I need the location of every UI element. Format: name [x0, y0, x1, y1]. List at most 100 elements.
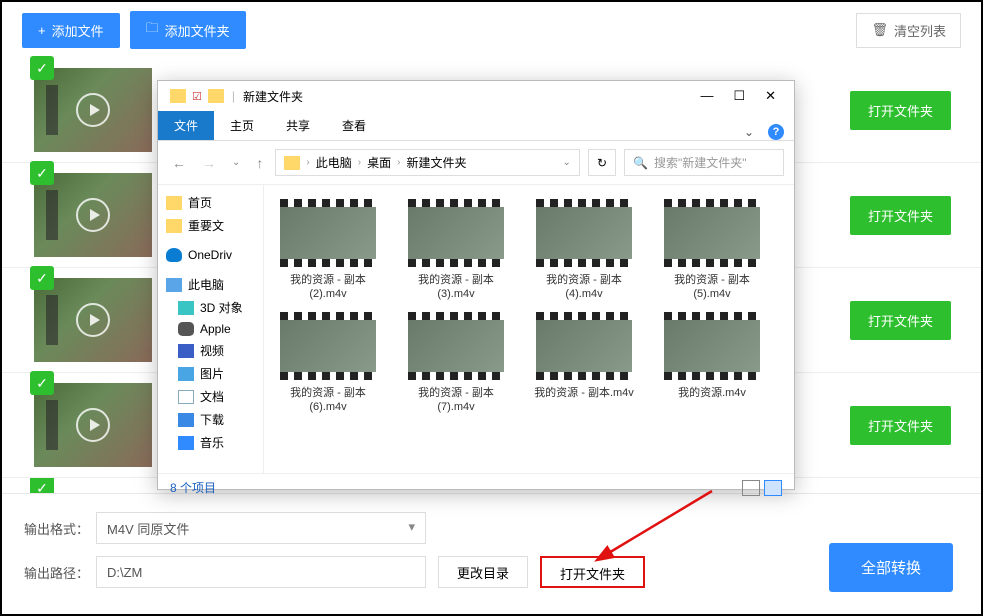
- folder-icon: [166, 219, 182, 233]
- play-icon: [76, 198, 110, 232]
- dialog-titlebar[interactable]: ☑ | 新建文件夹 — ☐ ✕: [158, 81, 794, 111]
- output-path-label: 输出路径：: [24, 563, 96, 582]
- dialog-title: 新建文件夹: [243, 88, 303, 105]
- sidebar-item-apple[interactable]: Apple: [158, 319, 263, 339]
- sidebar-item-3d[interactable]: 3D 对象: [158, 296, 263, 319]
- video-thumbnail[interactable]: [34, 173, 152, 257]
- folder-icon: [166, 196, 182, 210]
- sidebar-item-docs[interactable]: 文档: [158, 385, 263, 408]
- apple-icon: [178, 322, 194, 336]
- file-item[interactable]: 我的资源 - 副本 (3).m4v: [402, 199, 510, 302]
- open-folder-button-bottom[interactable]: 打开文件夹: [540, 556, 645, 588]
- add-file-label: 添加文件: [52, 21, 104, 40]
- video-thumbnail[interactable]: [34, 68, 152, 152]
- file-item[interactable]: 我的资源 - 副本 (2).m4v: [274, 199, 382, 302]
- pc-icon: [166, 278, 182, 292]
- folder-icon: [208, 89, 224, 103]
- play-icon: [76, 93, 110, 127]
- open-folder-button[interactable]: 打开文件夹: [850, 406, 951, 445]
- picture-icon: [178, 367, 194, 381]
- back-button[interactable]: ←: [168, 155, 190, 171]
- convert-all-button[interactable]: 全部转换: [829, 543, 953, 592]
- status-bar: 8 个项目: [158, 473, 794, 501]
- file-item[interactable]: 我的资源 - 副本.m4v: [530, 312, 638, 415]
- sidebar-item-downloads[interactable]: 下载: [158, 408, 263, 431]
- close-button[interactable]: ✕: [765, 88, 776, 104]
- sidebar-item-music[interactable]: 音乐: [158, 431, 263, 454]
- view-details-icon[interactable]: [742, 480, 760, 496]
- nav-bar: ← → ⌄ ↑ › 此电脑 › 桌面 › 新建文件夹 ⌄ ↻ 🔍 搜索"新建文件…: [158, 141, 794, 185]
- open-folder-button[interactable]: 打开文件夹: [850, 301, 951, 340]
- sidebar-item-home[interactable]: 首页: [158, 191, 263, 214]
- help-icon[interactable]: ?: [768, 124, 784, 140]
- play-icon: [76, 408, 110, 442]
- video-thumb-icon: [408, 199, 504, 267]
- item-count: 8 个项目: [170, 479, 216, 496]
- video-thumb-icon: [280, 312, 376, 380]
- check-icon: ✓: [30, 56, 54, 80]
- file-item[interactable]: 我的资源 - 副本 (6).m4v: [274, 312, 382, 415]
- video-thumb-icon: [280, 199, 376, 267]
- video-thumb-icon: [536, 312, 632, 380]
- separator: |: [232, 89, 235, 103]
- sidebar-item-important[interactable]: 重要文: [158, 214, 263, 237]
- breadcrumb-folder[interactable]: 新建文件夹: [406, 154, 466, 171]
- change-dir-button[interactable]: 更改目录: [438, 556, 528, 588]
- check-icon: ✓: [30, 371, 54, 395]
- file-grid: 我的资源 - 副本 (2).m4v 我的资源 - 副本 (3).m4v 我的资源…: [264, 185, 794, 473]
- sidebar-item-pc[interactable]: 此电脑: [158, 273, 263, 296]
- check-icon: ✓: [30, 161, 54, 185]
- breadcrumb[interactable]: › 此电脑 › 桌面 › 新建文件夹 ⌄: [275, 149, 580, 176]
- tab-share[interactable]: 共享: [270, 111, 326, 140]
- explorer-sidebar: 首页 重要文 OneDriv 此电脑 3D 对象 Apple 视频 图片 文档 …: [158, 185, 264, 473]
- video-thumbnail[interactable]: [34, 383, 152, 467]
- bottom-panel: 输出格式： M4V 同原文件 输出路径： 更改目录 打开文件夹 全部转换: [2, 493, 981, 614]
- breadcrumb-pc[interactable]: 此电脑: [316, 154, 352, 171]
- breadcrumb-desktop[interactable]: 桌面: [367, 154, 391, 171]
- chevron-down-icon[interactable]: ⌄: [744, 125, 754, 139]
- cloud-icon: [166, 248, 182, 262]
- sidebar-item-pictures[interactable]: 图片: [158, 362, 263, 385]
- output-format-select[interactable]: M4V 同原文件: [96, 512, 426, 544]
- folder-icon: 🗀: [146, 19, 159, 41]
- tab-home[interactable]: 主页: [214, 111, 270, 140]
- video-thumb-icon: [664, 312, 760, 380]
- search-icon: 🔍: [633, 156, 648, 170]
- clear-list-button[interactable]: 🗑 清空列表: [856, 13, 961, 48]
- add-folder-label: 添加文件夹: [165, 21, 230, 40]
- check-icon: ✓: [30, 266, 54, 290]
- video-thumb-icon: [536, 199, 632, 267]
- file-explorer-dialog: ☑ | 新建文件夹 — ☐ ✕ 文件 主页 共享 查看 ⌄ ? ← →: [157, 80, 795, 490]
- maximize-button[interactable]: ☐: [733, 88, 745, 104]
- add-file-button[interactable]: + 添加文件: [22, 13, 120, 48]
- open-folder-button[interactable]: 打开文件夹: [850, 91, 951, 130]
- up-button[interactable]: ↑: [252, 155, 267, 171]
- search-input[interactable]: 🔍 搜索"新建文件夹": [624, 149, 784, 176]
- file-item[interactable]: 我的资源 - 副本 (4).m4v: [530, 199, 638, 302]
- play-icon: [76, 303, 110, 337]
- file-item[interactable]: 我的资源 - 副本 (5).m4v: [658, 199, 766, 302]
- view-thumbnails-icon[interactable]: [764, 480, 782, 496]
- file-item[interactable]: 我的资源.m4v: [658, 312, 766, 415]
- plus-icon: +: [38, 23, 46, 38]
- output-format-label: 输出格式：: [24, 519, 96, 538]
- video-icon: [178, 344, 194, 358]
- tab-view[interactable]: 查看: [326, 111, 382, 140]
- video-thumbnail[interactable]: [34, 278, 152, 362]
- refresh-button[interactable]: ↻: [588, 149, 616, 176]
- sidebar-item-video[interactable]: 视频: [158, 339, 263, 362]
- qa-icon: ☑: [192, 90, 202, 103]
- document-icon: [178, 390, 194, 404]
- recent-button[interactable]: ⌄: [228, 157, 244, 168]
- minimize-button[interactable]: —: [700, 88, 713, 104]
- sidebar-item-onedrive[interactable]: OneDriv: [158, 245, 263, 265]
- forward-button[interactable]: →: [198, 155, 220, 171]
- cube-icon: [178, 301, 194, 315]
- open-folder-button[interactable]: 打开文件夹: [850, 196, 951, 235]
- video-thumb-icon: [664, 199, 760, 267]
- output-path-input[interactable]: [96, 556, 426, 588]
- folder-icon: [284, 156, 300, 170]
- file-item[interactable]: 我的资源 - 副本 (7).m4v: [402, 312, 510, 415]
- tab-file[interactable]: 文件: [158, 111, 214, 140]
- add-folder-button[interactable]: 🗀 添加文件夹: [130, 11, 246, 49]
